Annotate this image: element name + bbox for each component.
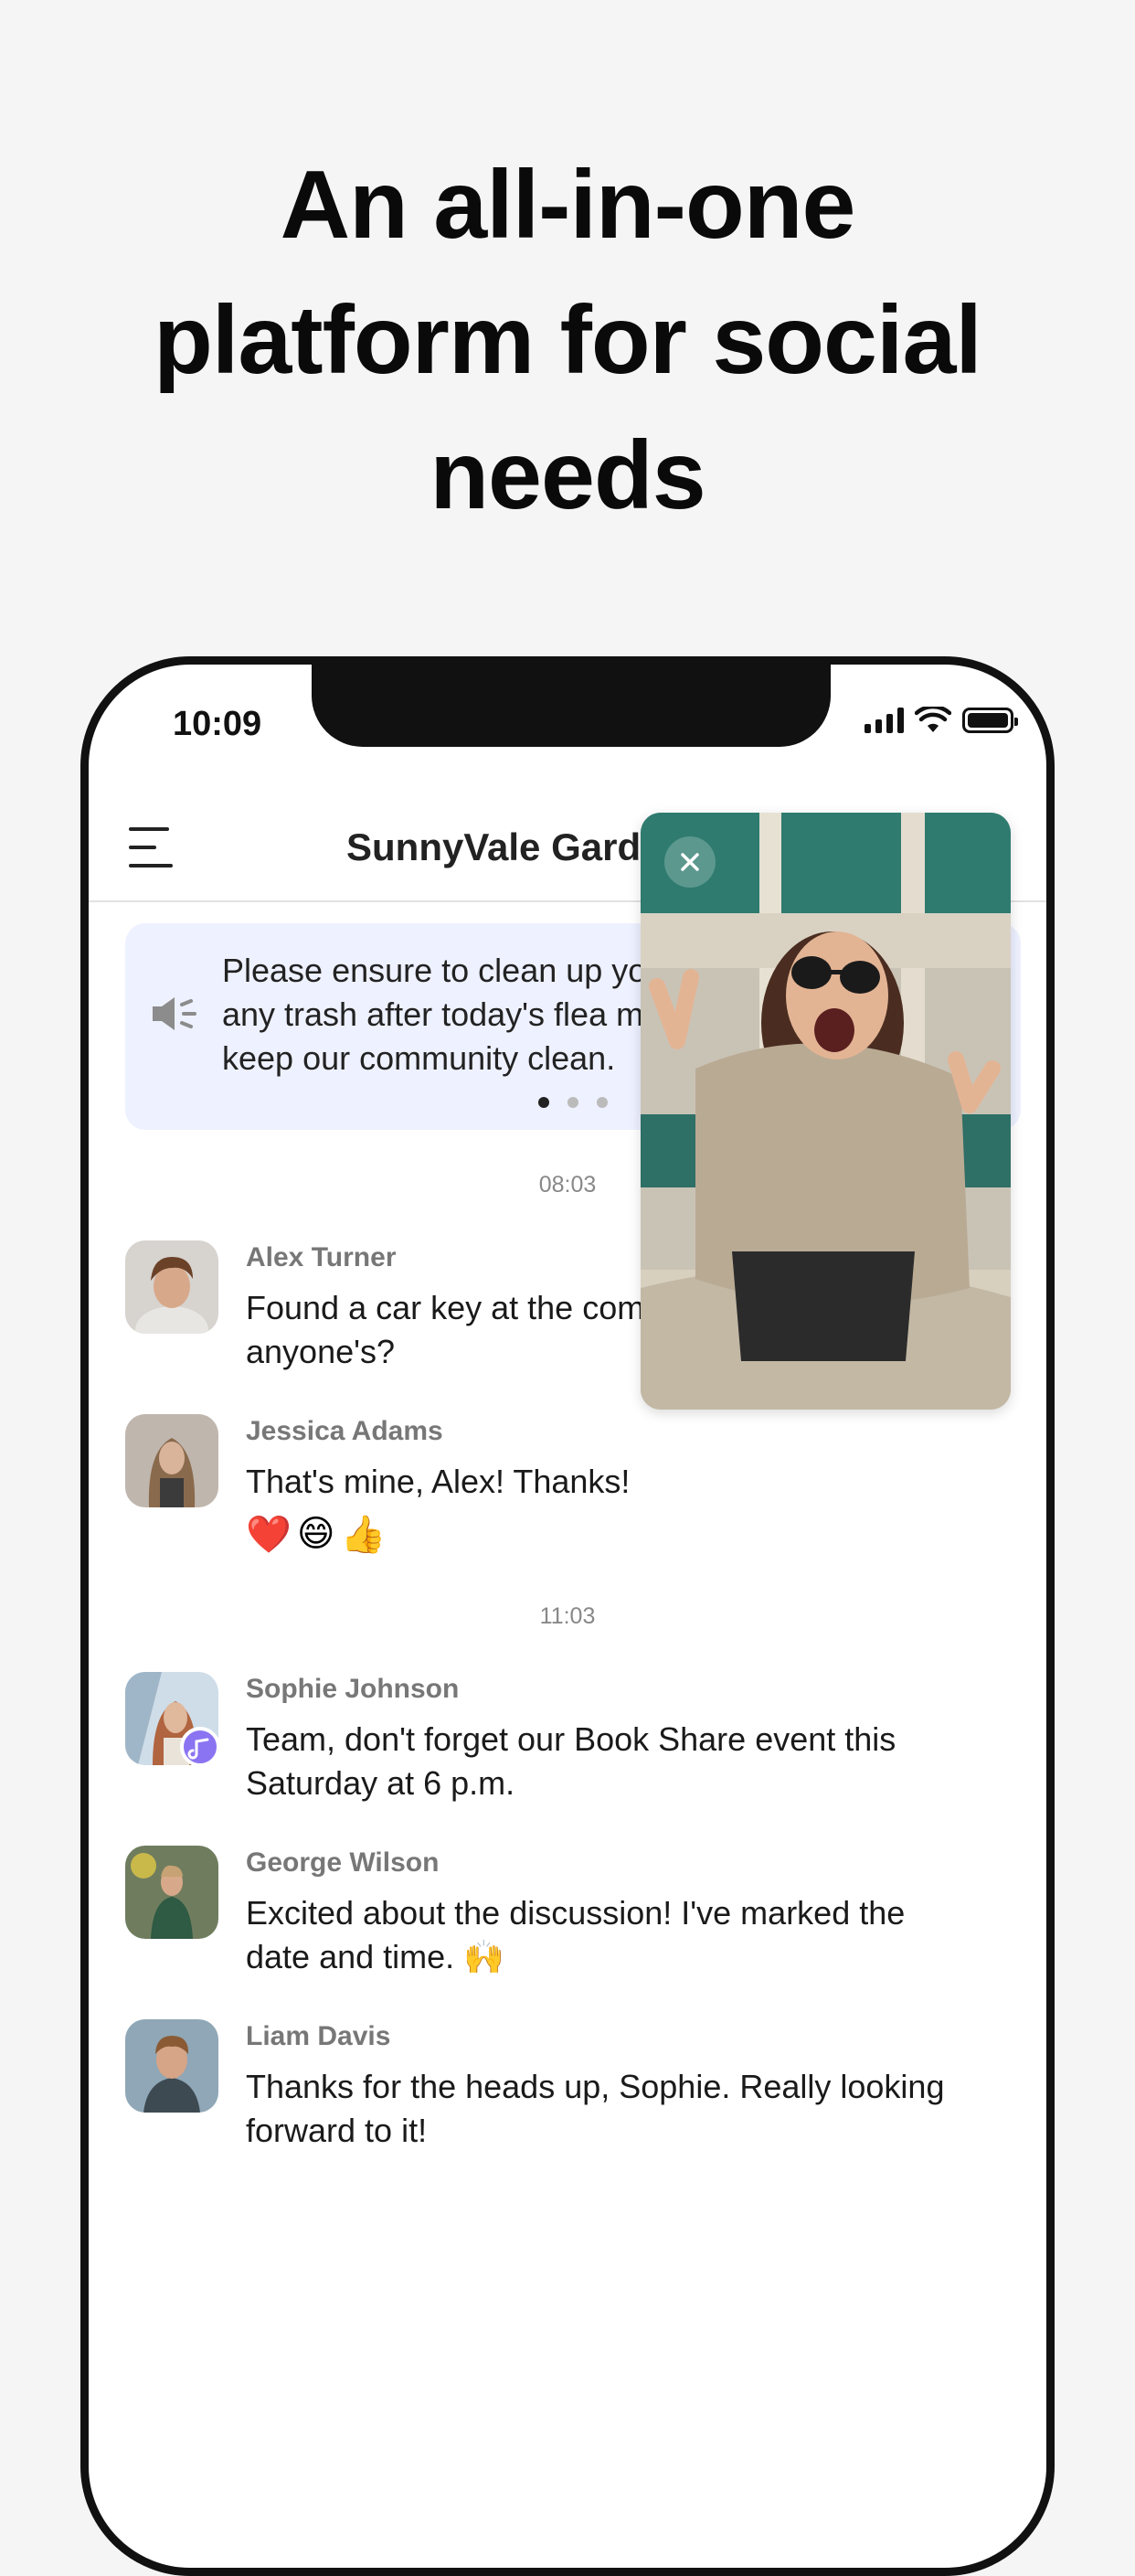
headline: An all-in-one platform for social needs xyxy=(0,137,1135,543)
phone-notch xyxy=(312,665,831,747)
sender-name: George Wilson xyxy=(246,1847,440,1878)
chat-timestamp: 11:03 xyxy=(539,1603,596,1629)
announcement-line: Please ensure to clean up you xyxy=(222,952,665,989)
message-line: That's mine, Alex! Thanks! xyxy=(246,1463,631,1500)
carousel-dot[interactable] xyxy=(597,1097,608,1108)
status-icons xyxy=(865,707,1018,734)
heart-emoji: ❤️ xyxy=(246,1515,292,1555)
grin-emoji: 😄 xyxy=(296,1514,335,1554)
sender-name: Sophie Johnson xyxy=(246,1674,460,1704)
sender-name: Liam Davis xyxy=(246,2021,391,2051)
sender-name: Jessica Adams xyxy=(246,1416,443,1446)
thumbs-up-emoji: 👍 xyxy=(340,1515,387,1555)
headline-line-2: platform for social xyxy=(154,286,982,394)
avatar[interactable] xyxy=(125,2019,218,2113)
carousel-dot[interactable] xyxy=(568,1097,578,1108)
speaker-icon xyxy=(153,997,196,1030)
avatar[interactable] xyxy=(125,1414,218,1507)
video-feed-image xyxy=(641,813,1011,1410)
battery-icon xyxy=(962,708,1018,733)
carousel-dot[interactable] xyxy=(538,1097,549,1108)
chat-title: SunnyVale Garde xyxy=(346,825,663,868)
avatar[interactable] xyxy=(125,1846,218,1939)
status-time: 10:09 xyxy=(173,705,262,743)
announcement-line: keep our community clean. xyxy=(222,1039,616,1077)
announcement-line: any trash after today's flea m xyxy=(222,995,644,1033)
message-text: Thanks for the heads up, Sophie. Really … xyxy=(246,2065,995,2153)
cellular-signal-icon xyxy=(865,708,904,733)
video-call-popup[interactable] xyxy=(641,813,1011,1410)
menu-icon[interactable] xyxy=(129,827,176,871)
message-text: That's mine, Alex! Thanks! xyxy=(246,1460,995,1504)
message-line: Thanks for the heads up, Sophie. Really … xyxy=(246,2068,945,2105)
message-text: Excited about the discussion! I've marke… xyxy=(246,1891,995,1979)
verified-badge-icon xyxy=(180,1727,220,1767)
phone-frame: 10:09 SunnyVale Garde Please ensure to c… xyxy=(80,656,1055,2576)
close-icon xyxy=(681,853,699,871)
announcement-text: Please ensure to clean up you any trash … xyxy=(222,949,697,1080)
carousel-dots[interactable] xyxy=(538,1097,608,1108)
sender-name: Alex Turner xyxy=(246,1242,397,1272)
wifi-icon xyxy=(915,707,951,732)
emoji-reactions: ❤️ 😄 👍 xyxy=(246,1513,386,1556)
headline-line-3: needs xyxy=(430,421,705,529)
message-line: forward to it! xyxy=(246,2112,428,2149)
message-line: date and time. 🙌 xyxy=(246,1938,504,1975)
message-line: Team, don't forget our Book Share event … xyxy=(246,1720,896,1758)
message-line: Saturday at 6 p.m. xyxy=(246,1764,515,1802)
message-text: Team, don't forget our Book Share event … xyxy=(246,1718,995,1805)
message-line: Excited about the discussion! I've marke… xyxy=(246,1894,906,1932)
headline-line-1: An all-in-one xyxy=(280,151,856,259)
close-video-button[interactable] xyxy=(664,836,716,888)
avatar[interactable] xyxy=(125,1240,218,1334)
